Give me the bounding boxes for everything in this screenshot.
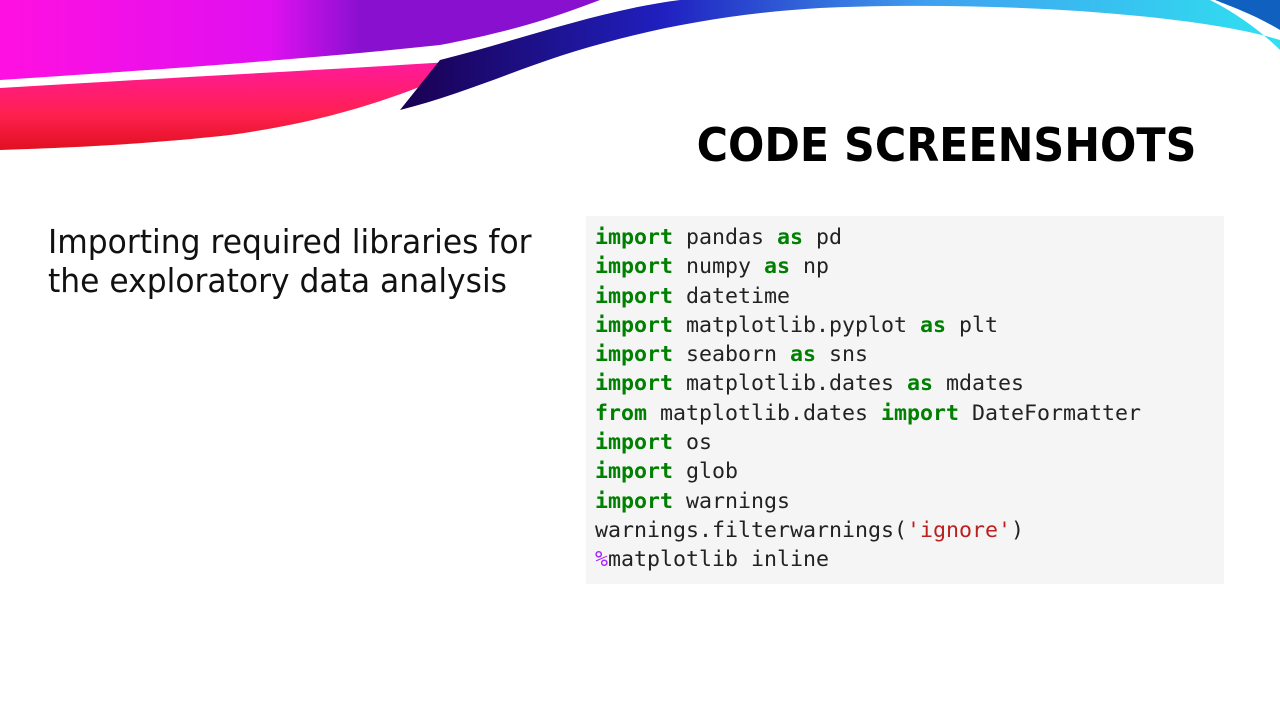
code-line: warnings.filterwarnings('ignore') [595, 516, 1224, 545]
code-text: np [790, 254, 830, 280]
code-line: import warnings [595, 487, 1224, 516]
code-magic-symbol: % [595, 547, 609, 573]
code-text: warnings.filterwarnings( [595, 517, 908, 543]
code-text: datetime [673, 283, 791, 309]
code-text: pandas [673, 225, 778, 250]
code-text: glob [673, 459, 739, 485]
code-keyword: import [595, 254, 674, 280]
code-keyword: import [595, 283, 674, 309]
code-line: import numpy as np [595, 252, 1224, 281]
code-text: matplotlib inline [608, 547, 830, 573]
code-text: warnings [673, 488, 791, 514]
code-line: from matplotlib.dates import DateFormatt… [595, 399, 1224, 428]
code-text: DateFormatter [959, 400, 1142, 426]
code-line: import glob [595, 457, 1224, 486]
code-keyword: import [881, 400, 960, 426]
code-text: matplotlib.dates [647, 400, 882, 426]
code-line: import pandas as pd [595, 223, 1224, 252]
code-text: numpy [673, 254, 765, 280]
code-screenshot: import pandas as pd import numpy as np imp… [586, 216, 1224, 584]
code-keyword: import [595, 342, 674, 368]
slide-body-text: Importing required libraries for the exp… [48, 222, 532, 300]
code-line: import seaborn as sns [595, 340, 1224, 369]
code-keyword: import [595, 488, 674, 514]
code-keyword: import [595, 371, 674, 397]
code-keyword: as [907, 371, 934, 397]
code-keyword: as [777, 225, 804, 250]
code-text: plt [946, 312, 999, 338]
code-text: ) [1011, 517, 1025, 543]
code-line: import matplotlib.dates as mdates [595, 369, 1224, 398]
code-keyword: import [595, 312, 674, 338]
code-text: os [673, 430, 713, 456]
code-keyword: as [790, 342, 817, 368]
code-keyword: import [595, 459, 674, 485]
code-keyword: as [920, 312, 947, 338]
code-line: %matplotlib inline [595, 545, 1224, 574]
code-keyword: as [764, 254, 791, 280]
code-line: import os [595, 428, 1224, 457]
code-line: import matplotlib.pyplot as plt [595, 311, 1224, 340]
code-keyword: import [595, 430, 674, 456]
code-text: mdates [933, 371, 1025, 397]
code-text: matplotlib.pyplot [673, 312, 921, 338]
code-text: sns [816, 342, 869, 368]
code-string: 'ignore' [907, 517, 1012, 543]
slide-title: CODE SCREENSHOTS [696, 118, 1196, 172]
code-keyword: from [595, 400, 648, 426]
code-keyword: import [595, 225, 674, 250]
code-text: matplotlib.dates [673, 371, 908, 397]
code-text: seaborn [673, 342, 791, 368]
code-text: pd [803, 225, 843, 250]
code-line: import datetime [595, 282, 1224, 311]
